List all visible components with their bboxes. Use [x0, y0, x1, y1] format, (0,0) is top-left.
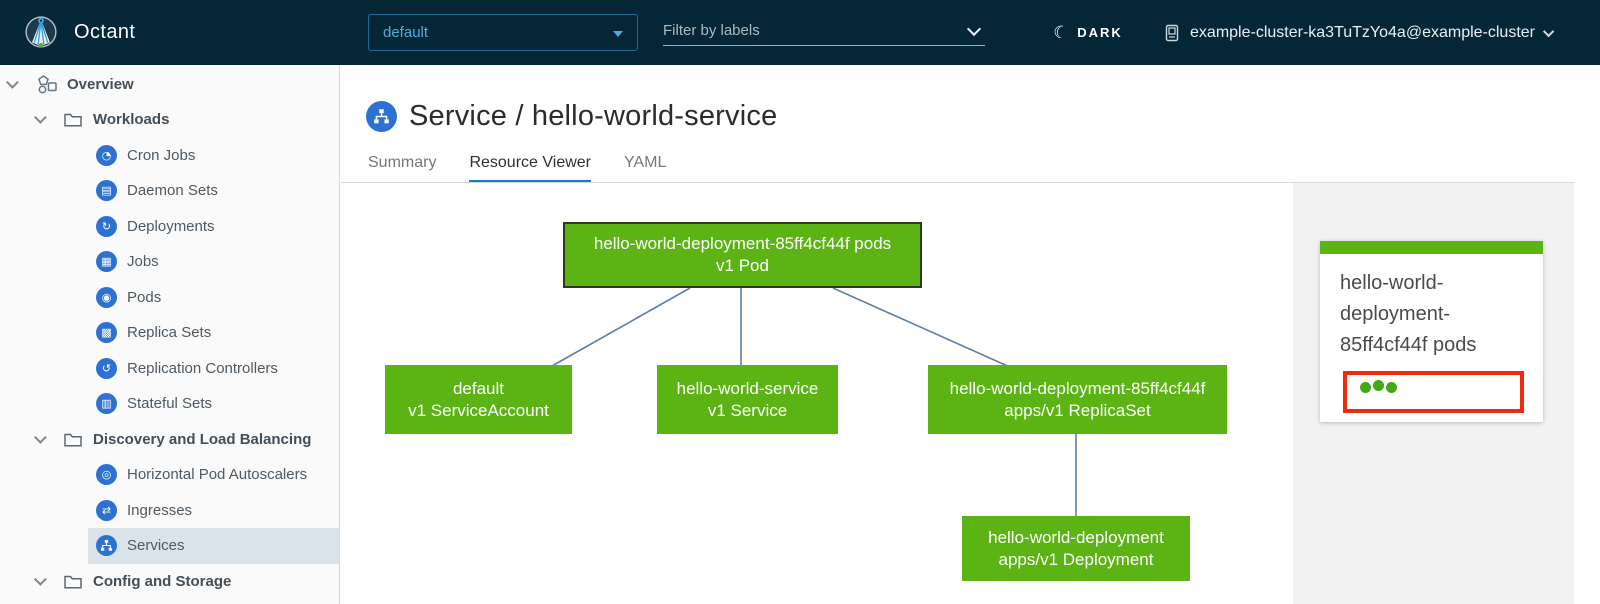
theme-toggle-label: DARK [1077, 25, 1123, 40]
sidebar-item-cron-jobs[interactable]: ◔ Cron Jobs [0, 138, 339, 174]
graph-node-serviceaccount[interactable]: default v1 ServiceAccount [385, 365, 572, 434]
node-kind: apps/v1 Deployment [998, 549, 1154, 569]
graph-node-pod[interactable]: hello-world-deployment-85ff4cf44f pods v… [563, 222, 922, 288]
namespace-dropdown[interactable]: default [368, 14, 638, 51]
node-name: hello-world-deployment [988, 527, 1164, 547]
moon-icon: ☾ [1051, 21, 1071, 44]
service-icon [366, 101, 397, 132]
folder-icon [64, 112, 82, 127]
sidebar-item-label: Workloads [93, 111, 170, 129]
sidebar-item-label: Jobs [127, 253, 159, 271]
sidebar-item-pods[interactable]: ◉ Pods [0, 280, 339, 316]
cluster-context-selector[interactable]: example-cluster-ka3TuTzYo4a@example-clus… [1163, 0, 1555, 65]
chevron-down-icon[interactable] [34, 111, 47, 124]
node-kind: v1 ServiceAccount [408, 400, 549, 420]
resource-detail-panel: hello-world-deployment-85ff4cf44f pods [1293, 183, 1574, 604]
sidebar-item-overview[interactable]: Overview [0, 66, 339, 102]
resource-tabs: Summary Resource Viewer YAML [368, 151, 666, 183]
sidebar-item-label: Overview [67, 75, 134, 93]
page-title: Service / hello-world-service [409, 100, 778, 132]
namespace-dropdown-value: default [383, 24, 429, 41]
sidebar-item-jobs[interactable]: ▦ Jobs [0, 244, 339, 280]
sidebar-item-label: Replication Controllers [127, 359, 278, 377]
deployments-icon: ↻ [96, 215, 117, 237]
tab-summary[interactable]: Summary [368, 151, 436, 183]
folder-icon [64, 574, 82, 589]
sidebar-item-label: Discovery and Load Balancing [93, 430, 312, 448]
chevron-down-icon[interactable] [34, 430, 47, 444]
graph-node-deployment[interactable]: hello-world-deployment apps/v1 Deploymen… [962, 516, 1190, 581]
statefulsets-icon: ▥ [96, 393, 117, 415]
sidebar-item-stateful-sets[interactable]: ▥ Stateful Sets [0, 386, 339, 422]
chevron-down-icon[interactable] [6, 75, 19, 89]
navigation-sidebar: Overview Workloads ◔ Cron Jobs ▤ Daemon … [0, 65, 340, 604]
dropdown-caret-icon [613, 31, 623, 37]
sidebar-item-label: Config and Storage [93, 572, 232, 590]
node-name: default [452, 378, 505, 398]
card-title: hello-world-deployment-85ff4cf44f pods [1340, 272, 1477, 356]
graph-node-replicaset[interactable]: hello-world-deployment-85ff4cf44f apps/v… [928, 365, 1227, 434]
pod-status-dot [1373, 380, 1384, 391]
daemonsets-icon: ▤ [96, 180, 117, 202]
objects-icon [36, 74, 58, 94]
sidebar-item-label: Pods [127, 288, 162, 306]
sidebar-item-label: Services [127, 537, 185, 555]
label-filter-input[interactable] [663, 16, 985, 45]
sidebar-item-discovery-load-balancing[interactable]: Discovery and Load Balancing [0, 422, 339, 458]
services-icon [96, 535, 117, 557]
pod-status-box[interactable] [1343, 371, 1524, 413]
pod-status-dot [1386, 382, 1397, 393]
theme-toggle-button[interactable]: ☾ DARK [1051, 0, 1123, 65]
app-header: Octant default ☾ DARK example-cluster-ka… [0, 0, 1600, 65]
card-status-bar [1320, 241, 1543, 254]
node-kind: v1 Service [707, 400, 788, 420]
tab-resource-viewer[interactable]: Resource Viewer [469, 151, 591, 183]
sidebar-item-label: Deployments [127, 217, 215, 235]
pod-status-dot [1360, 382, 1371, 393]
sidebar-item-label: Daemon Sets [127, 182, 218, 200]
tab-yaml[interactable]: YAML [624, 151, 666, 183]
replication-controllers-icon: ↺ [96, 357, 117, 379]
sidebar-item-label: Cron Jobs [127, 146, 196, 164]
sidebar-item-label: Ingresses [127, 501, 193, 519]
sidebar-item-replication-controllers[interactable]: ↺ Replication Controllers [0, 351, 339, 387]
hpa-icon: ◎ [96, 464, 117, 486]
label-filter [663, 16, 985, 46]
cronjobs-icon: ◔ [96, 144, 117, 166]
replicasets-icon: ▩ [96, 322, 117, 344]
cluster-icon [1165, 24, 1179, 41]
sidebar-item-horizontal-pod-autoscalers[interactable]: ◎ Horizontal Pod Autoscalers [0, 457, 339, 493]
jobs-icon: ▦ [96, 251, 117, 273]
folder-icon [64, 432, 82, 447]
sidebar-item-workloads[interactable]: Workloads [0, 102, 339, 138]
sidebar-item-label: Replica Sets [127, 324, 212, 342]
node-name: hello-world-deployment-85ff4cf44f pods [593, 234, 892, 253]
octant-logo-icon [24, 15, 58, 49]
sidebar-item-label: Horizontal Pod Autoscalers [127, 466, 308, 484]
sidebar-item-replica-sets[interactable]: ▩ Replica Sets [0, 315, 339, 351]
sidebar-item-config-and-storage[interactable]: Config and Storage [0, 564, 339, 600]
context-chevron-down-icon [1542, 25, 1555, 37]
graph-node-service[interactable]: hello-world-service v1 Service [657, 365, 838, 434]
node-kind: apps/v1 ReplicaSet [1004, 400, 1151, 420]
sidebar-item-daemon-sets[interactable]: ▤ Daemon Sets [0, 173, 339, 209]
selected-resource-card[interactable]: hello-world-deployment-85ff4cf44f pods [1320, 241, 1543, 422]
resource-title: Service / hello-world-service [366, 100, 777, 133]
ingresses-icon: ⇄ [96, 499, 117, 521]
node-kind: v1 Pod [716, 256, 769, 275]
sidebar-item-label: Stateful Sets [127, 395, 213, 413]
chevron-down-icon[interactable] [34, 572, 47, 586]
sidebar-item-deployments[interactable]: ↻ Deployments [0, 209, 339, 245]
app-title: Octant [74, 21, 136, 43]
sidebar-item-ingresses[interactable]: ⇄ Ingresses [0, 493, 339, 529]
pods-icon: ◉ [96, 286, 117, 308]
cluster-context-label: example-cluster-ka3TuTzYo4a@example-clus… [1190, 23, 1535, 41]
node-name: hello-world-deployment-85ff4cf44f [949, 378, 1206, 398]
sidebar-item-services[interactable]: Services [0, 528, 339, 564]
node-name: hello-world-service [676, 378, 819, 398]
